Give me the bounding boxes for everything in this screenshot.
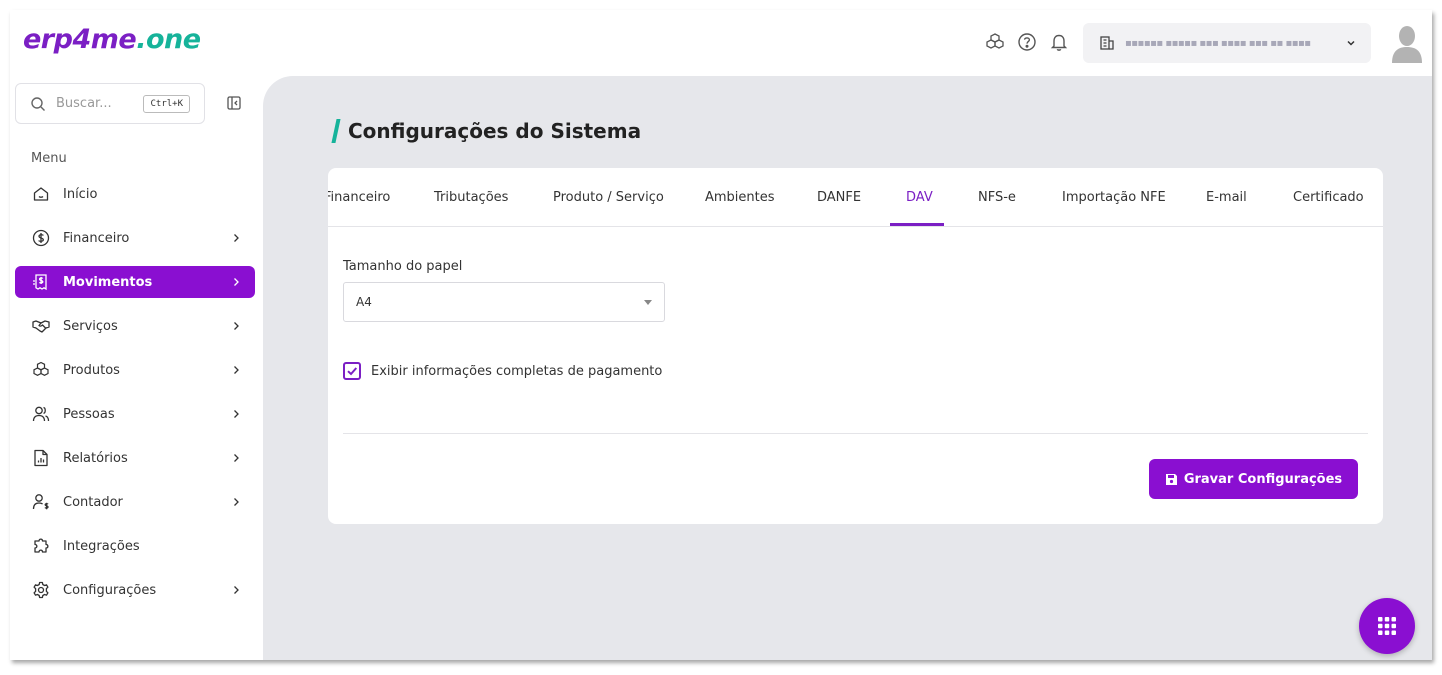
sidebar-item-contador[interactable]: Contador [15,486,255,518]
app-window: erp4me.one ▪▪▪▪▪▪ ▪▪▪▪▪ ▪▪▪ ▪▪▪▪ ▪▪▪ ▪▪ … [10,10,1432,660]
sidebar-item-configuracoes[interactable]: Configurações [15,574,255,606]
save-settings-label: Gravar Configurações [1183,471,1343,487]
help-icon[interactable] [1017,32,1037,52]
menu-section-title: Menu [31,151,67,166]
home-icon [31,184,51,204]
receipt-icon [31,272,51,292]
tab-ambientes[interactable]: Ambientes [705,168,775,227]
show-payment-label[interactable]: Exibir informações completas de pagament… [371,364,662,379]
chevron-right-icon [234,410,239,418]
checkmark-icon [347,367,358,376]
bell-icon[interactable] [1049,32,1069,52]
tab-certificado[interactable]: Certificado [1293,168,1364,227]
logo-text-suffix: .one [136,24,201,55]
building-icon [1100,36,1114,50]
handshake-icon [31,316,51,336]
chevron-right-icon [234,278,239,286]
tab-produto-servico[interactable]: Produto / Serviço [553,168,664,227]
company-selector[interactable]: ▪▪▪▪▪▪ ▪▪▪▪▪ ▪▪▪ ▪▪▪▪ ▪▪▪ ▪▪ ▪▪▪▪ [1083,23,1371,63]
sidebar-item-label: Serviços [63,318,118,334]
sidebar-item-label: Início [63,186,98,202]
show-payment-option: Exibir informações completas de pagament… [343,362,662,380]
tab-tributacoes[interactable]: Tributações [434,168,508,227]
paper-size-value: A4 [356,295,372,309]
accountant-icon [31,492,51,512]
users-icon [31,404,51,424]
paper-size-label: Tamanho do papel [343,259,463,274]
sidebar: Buscar... Ctrl+K Menu Início Financeiro … [10,76,263,660]
active-tab-indicator [890,223,944,226]
show-payment-checkbox[interactable] [343,362,361,380]
tab-nfse[interactable]: NFS-e [978,168,1016,227]
tab-email[interactable]: E-mail [1206,168,1247,227]
title-accent-bar [331,119,341,143]
dollar-circle-icon [31,228,51,248]
chevron-right-icon [234,322,239,330]
boxes-icon [31,360,51,380]
tab-dav[interactable]: DAV [906,168,933,227]
sidebar-item-relatorios[interactable]: Relatórios [15,442,255,474]
company-name: ▪▪▪▪▪▪ ▪▪▪▪▪ ▪▪▪ ▪▪▪▪ ▪▪▪ ▪▪ ▪▪▪▪ [1125,37,1311,49]
sidebar-item-label: Configurações [63,582,157,598]
sidebar-item-label: Pessoas [63,406,115,422]
logo-text-main: erp4me [23,24,137,55]
sidebar-item-label: Financeiro [63,230,130,246]
caret-down-icon [644,299,652,305]
floppy-disk-icon [1165,473,1177,485]
sidebar-item-label: Relatórios [63,450,128,466]
page-title: Configurações do Sistema [348,119,642,143]
sidebar-item-pessoas[interactable]: Pessoas [15,398,255,430]
search-placeholder: Buscar... [56,96,112,111]
search-input[interactable]: Buscar... Ctrl+K [15,83,205,124]
grid-dots-icon [1378,617,1396,635]
apps-fab-button[interactable] [1359,598,1415,654]
report-icon [31,448,51,468]
sidebar-item-label: Integrações [63,538,140,554]
sidebar-item-servicos[interactable]: Serviços [15,310,255,342]
search-icon [31,96,45,111]
sidebar-item-integracoes[interactable]: Integrações [15,530,255,562]
sidebar-item-movimentos[interactable]: Movimentos [15,266,255,298]
tab-financeiro[interactable]: Financeiro [328,168,390,227]
search-shortcut-badge: Ctrl+K [143,94,190,113]
sidebar-item-inicio[interactable]: Início [15,178,255,210]
gear-icon [31,580,51,600]
sidebar-item-label: Produtos [63,362,120,378]
tab-danfe[interactable]: DANFE [817,168,861,227]
user-avatar[interactable] [1390,23,1424,63]
chevron-right-icon [234,366,239,374]
sidebar-item-financeiro[interactable]: Financeiro [15,222,255,254]
paper-size-select[interactable]: A4 [343,282,665,322]
chevron-right-icon [234,586,239,594]
main-content: Configurações do Sistema Financeiro Trib… [263,76,1432,660]
sidebar-collapse-icon[interactable] [226,95,242,111]
settings-card: Financeiro Tributações Produto / Serviço… [328,168,1383,524]
puzzle-icon [31,536,51,556]
brand-logo[interactable]: erp4me.one [23,24,201,55]
settings-tabs: Financeiro Tributações Produto / Serviço… [328,168,1383,227]
chevron-right-icon [234,234,239,242]
chevron-right-icon [234,498,239,506]
sidebar-item-label: Movimentos [63,274,153,290]
chevron-right-icon [234,454,239,462]
apps-cubes-icon[interactable] [985,32,1005,52]
divider [343,433,1368,434]
sidebar-item-label: Contador [63,494,123,510]
sidebar-item-produtos[interactable]: Produtos [15,354,255,386]
sidebar-menu: Início Financeiro Movimentos Serviços Pr… [15,178,255,618]
tab-importacao-nfe[interactable]: Importação NFE [1062,168,1166,227]
top-bar: erp4me.one ▪▪▪▪▪▪ ▪▪▪▪▪ ▪▪▪ ▪▪▪▪ ▪▪▪ ▪▪ … [10,10,1432,76]
chevron-down-icon [1347,40,1355,46]
save-settings-button[interactable]: Gravar Configurações [1149,459,1358,499]
